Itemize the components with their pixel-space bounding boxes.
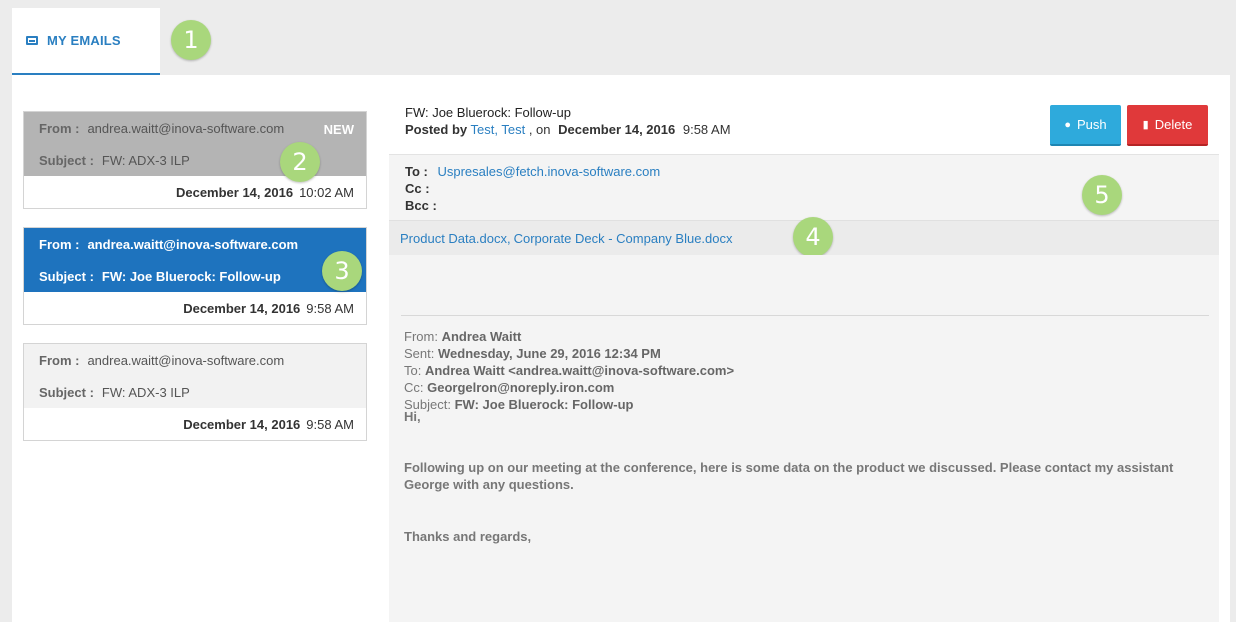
subject-label: Subject : xyxy=(39,384,94,400)
email-time: 9:58 AM xyxy=(306,300,354,316)
subject-label: Subject : xyxy=(39,152,94,168)
email-list-item[interactable]: From : andrea.waitt@inova-software.com S… xyxy=(23,343,367,441)
to-label: To : xyxy=(405,164,428,179)
email-detail: FW: Joe Bluerock: Follow-up Posted by Te… xyxy=(389,95,1219,622)
email-date: December 14, 2016 xyxy=(183,416,301,432)
from-value: andrea.waitt@inova-software.com xyxy=(87,120,285,136)
to-link[interactable]: Uspresales@fetch.inova-software.com xyxy=(437,164,660,179)
trash-icon: ▮ xyxy=(1142,119,1149,131)
email-item-footer: December 14, 2016 9:58 AM xyxy=(24,292,366,324)
callout-badge-4: 4 xyxy=(793,217,833,257)
email-item-footer: December 14, 2016 10:02 AM xyxy=(24,176,366,208)
callout-badge-2: 2 xyxy=(280,142,320,182)
callout-badge-5: 5 xyxy=(1082,175,1122,215)
email-time: 9:58 AM xyxy=(306,416,354,432)
delete-button[interactable]: ▮ Delete xyxy=(1127,105,1208,146)
tab-bar: MY EMAILS 1 xyxy=(0,0,1236,75)
from-label: From : xyxy=(39,120,80,136)
on-label: , on xyxy=(528,122,551,137)
email-date: December 14, 2016 xyxy=(183,300,301,316)
attachment-separator: , xyxy=(506,230,511,246)
posted-by-label: Posted by xyxy=(405,122,468,137)
cc-label: Cc : xyxy=(405,181,430,196)
email-item-header: From : andrea.waitt@inova-software.com S… xyxy=(24,344,366,408)
attachment-link[interactable]: Product Data.docx xyxy=(400,231,507,246)
quoted-header: From: Andrea Waitt Sent: Wednesday, June… xyxy=(404,328,734,413)
divider xyxy=(401,315,1209,316)
bcc-label: Bcc : xyxy=(405,198,437,213)
quoted-from-label: From: xyxy=(404,329,438,344)
delete-label: Delete xyxy=(1154,117,1193,132)
quoted-sent: Wednesday, June 29, 2016 12:34 PM xyxy=(437,346,661,361)
greeting-text: Hi, xyxy=(404,409,421,424)
subject-value: FW: Joe Bluerock: Follow-up xyxy=(101,268,281,284)
quoted-sent-label: Sent: xyxy=(404,346,435,361)
from-value: andrea.waitt@inova-software.com xyxy=(87,236,299,252)
detail-date: December 14, 2016 xyxy=(558,122,676,137)
quoted-cc-label: Cc: xyxy=(404,380,424,395)
posted-by-link[interactable]: Test, Test xyxy=(471,122,526,137)
quoted-to-label: To: xyxy=(404,363,422,378)
quoted-from: Andrea Waitt xyxy=(441,329,522,344)
quoted-to: Andrea Waitt <andrea.waitt@inova-softwar… xyxy=(424,363,735,378)
tab-my-emails[interactable]: MY EMAILS xyxy=(12,8,160,75)
new-badge: NEW xyxy=(323,122,354,137)
callout-badge-1: 1 xyxy=(171,20,211,60)
push-icon: ● xyxy=(1064,118,1071,131)
email-list-item-selected[interactable]: From : andrea.waitt@inova-software.com S… xyxy=(23,227,367,325)
subject-value: FW: ADX-3 ILP xyxy=(101,384,190,400)
subject-value: FW: ADX-3 ILP xyxy=(101,152,190,168)
detail-time: 9:58 AM xyxy=(682,122,731,137)
subject-label: Subject : xyxy=(39,268,94,284)
main-panel: From : andrea.waitt@inova-software.com S… xyxy=(12,75,1230,622)
push-label: Push xyxy=(1077,117,1107,132)
tab-label: MY EMAILS xyxy=(47,33,121,48)
closing-text: Thanks and regards, xyxy=(404,529,532,544)
push-button[interactable]: ● Push xyxy=(1050,105,1121,146)
email-time: 10:02 AM xyxy=(299,184,354,200)
email-body: From: Andrea Waitt Sent: Wednesday, June… xyxy=(389,255,1219,622)
detail-subject: FW: Joe Bluerock: Follow-up xyxy=(405,105,571,120)
from-label: From : xyxy=(39,236,80,252)
from-value: andrea.waitt@inova-software.com xyxy=(87,352,285,368)
email-item-footer: December 14, 2016 9:58 AM xyxy=(24,408,366,440)
email-item-header: From : andrea.waitt@inova-software.com S… xyxy=(24,228,366,292)
inbox-icon xyxy=(26,36,38,45)
posted-by-line: Posted by Test, Test , on December 14, 2… xyxy=(405,122,731,137)
attachment-link[interactable]: Corporate Deck - Company Blue.docx xyxy=(514,231,733,246)
from-label: From : xyxy=(39,352,80,368)
message-text: Following up on our meeting at the confe… xyxy=(404,460,1174,492)
quoted-cc: Georgelron@noreply.iron.com xyxy=(427,380,615,395)
callout-badge-3: 3 xyxy=(322,251,362,291)
email-date: December 14, 2016 xyxy=(175,184,294,200)
